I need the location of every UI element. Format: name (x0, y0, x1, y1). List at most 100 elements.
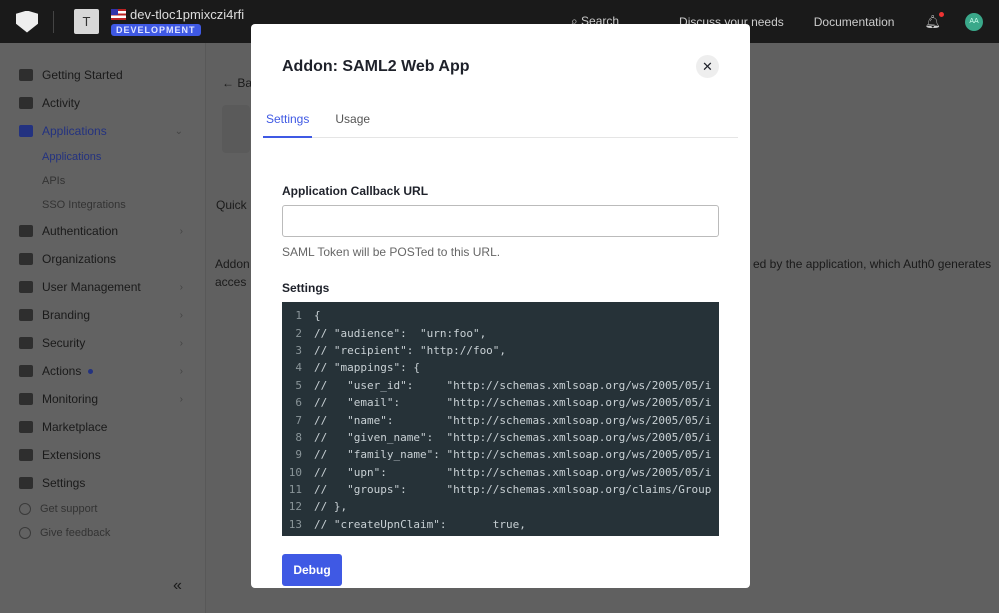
sidebar-item-label: Actions (42, 364, 82, 378)
chevron-right-icon: › (179, 309, 183, 321)
modal-title: Addon: SAML2 Web App (282, 58, 470, 75)
collapse-sidebar-button[interactable]: « (173, 577, 182, 595)
chevron-right-icon: › (179, 393, 183, 405)
sidebar-item-label: Authentication (42, 224, 119, 238)
sidebar-item-label: Branding (42, 308, 91, 322)
sidebar-item-monitoring[interactable]: Monitoring › (0, 385, 205, 413)
sidebar-item-branding[interactable]: Branding › (0, 301, 205, 329)
sidebar-item-user-management[interactable]: User Management › (0, 273, 205, 301)
sidebar-item-label: Activity (42, 96, 81, 110)
users-icon (19, 281, 33, 293)
code-line: 5 // "user_id": "http://schemas.xmlsoap.o… (282, 377, 719, 394)
sidebar-item-label: Monitoring (42, 392, 99, 406)
modal-tabs: Settings Usage (263, 104, 738, 138)
new-dot (88, 368, 94, 374)
get-support-link[interactable]: Get support (0, 497, 205, 521)
debug-button[interactable]: Debug (282, 554, 342, 586)
sidebar-item-settings[interactable]: Settings (0, 469, 205, 497)
gear-icon (19, 477, 33, 489)
description-2: acces (215, 275, 247, 289)
tab-settings[interactable]: Settings (263, 104, 313, 138)
bell-icon[interactable]: 🔔︎ (924, 11, 944, 30)
us-flag-icon (111, 9, 126, 20)
sidebar-item-security[interactable]: Security › (0, 329, 205, 357)
sidebar-item-label: Applications (42, 124, 107, 138)
callback-url-input[interactable] (282, 205, 719, 237)
extension-icon (19, 449, 33, 461)
chart-icon (19, 97, 33, 109)
code-line: 4 // "mappings": { (282, 359, 719, 376)
tab-quickstart[interactable]: Quick (216, 198, 247, 212)
line-number: 2 (295, 326, 302, 340)
sidebar-item-label: Marketplace (42, 420, 108, 434)
help-icon (19, 503, 31, 515)
auth0-logo[interactable] (16, 10, 38, 33)
sidebar-item-organizations[interactable]: Organizations (0, 245, 205, 273)
actions-icon (19, 365, 33, 377)
tab-usage[interactable]: Usage (332, 104, 373, 138)
sidebar-item-getting-started[interactable]: Getting Started (0, 61, 205, 89)
chevron-right-icon: › (179, 337, 183, 349)
code-line: 1{ (282, 307, 719, 324)
code-text: // "given_name": "http://schemas.xmlsoap… (314, 430, 712, 444)
code-text: // "recipient": "http://foo", (314, 343, 507, 357)
give-feedback-link[interactable]: Give feedback (0, 521, 205, 545)
layers-icon (19, 125, 33, 137)
close-icon: ✕ (702, 58, 713, 74)
avatar[interactable]: AA (965, 12, 983, 31)
sidebar-item-marketplace[interactable]: Marketplace (0, 413, 205, 441)
tenant-name: dev-tloc1pmixczi4rfi (130, 7, 245, 22)
line-number: 12 (288, 500, 302, 514)
sidebar-item-actions[interactable]: Actions › (0, 357, 205, 385)
sidebar: Getting Started Activity Applications ⌄ Appl… (0, 43, 206, 613)
tenant-switcher[interactable]: dev-tloc1pmixczi4rfi DEVELOPMENT (111, 7, 244, 36)
code-line: 3 // "recipient": "http://foo", (282, 342, 719, 359)
shield-icon (19, 337, 33, 349)
tenant-avatar[interactable]: T (74, 9, 99, 34)
sidebar-item-activity[interactable]: Activity (0, 89, 205, 117)
footer-label: Get support (40, 503, 98, 515)
plus-grid-icon (19, 421, 33, 433)
brush-icon (19, 309, 33, 321)
sidebar-item-label: User Management (42, 280, 141, 294)
addon-modal: Addon: SAML2 Web App ✕ Settings Usage Ap… (251, 24, 750, 588)
code-line: 13 // "createUpnClaim": true, (282, 516, 719, 533)
callback-help: SAML Token will be POSTed to this URL. (282, 245, 501, 259)
sidebar-item-label: Settings (42, 476, 86, 490)
sidebar-subitem[interactable]: Applications (0, 145, 205, 169)
lock-icon (19, 225, 33, 237)
sidebar-subitem[interactable]: SSO Integrations (0, 193, 205, 217)
line-number: 11 (288, 483, 302, 497)
back-link[interactable]: ← Ba (222, 76, 252, 90)
sidebar-item-label: Getting Started (42, 68, 123, 82)
code-line: 11 // "groups": "http://schemas.xmlsoap.o… (282, 481, 719, 498)
sidebar-item-applications[interactable]: Applications ⌄ (0, 117, 205, 145)
settings-label: Settings (282, 281, 330, 295)
line-number: 13 (288, 517, 302, 531)
code-text: // "mappings": { (314, 361, 420, 375)
line-number: 9 (295, 448, 302, 462)
footer-label: Give feedback (40, 527, 111, 539)
line-number: 1 (295, 309, 302, 323)
line-number: 3 (295, 343, 302, 357)
close-button[interactable]: ✕ (696, 55, 719, 78)
documentation-link[interactable]: Documentation (814, 15, 895, 29)
sidebar-item-authentication[interactable]: Authentication › (0, 217, 205, 245)
bar-chart-icon (19, 393, 33, 405)
callback-url-label: Application Callback URL (282, 184, 429, 198)
chevron-right-icon: › (179, 365, 183, 377)
sidebar-item-extensions[interactable]: Extensions (0, 441, 205, 469)
settings-code-editor[interactable]: 1{2// "audience": "urn:foo", 3// "recipie… (282, 302, 719, 536)
chevron-right-icon: › (179, 281, 183, 293)
sidebar-subitem[interactable]: APIs (0, 169, 205, 193)
description-end: ed by the application, which Auth0 gener… (753, 257, 992, 271)
sidebar-item-label: Extensions (42, 448, 101, 462)
line-number: 4 (295, 361, 302, 375)
code-line: 6 // "email": "http://schemas.xmlsoap.org… (282, 394, 719, 411)
line-number: 5 (295, 378, 302, 392)
app-logo (222, 105, 250, 153)
chevron-down-icon: ⌄ (174, 125, 183, 137)
line-number: 7 (295, 413, 302, 427)
line-number: 8 (295, 430, 302, 444)
feedback-icon (19, 527, 31, 539)
